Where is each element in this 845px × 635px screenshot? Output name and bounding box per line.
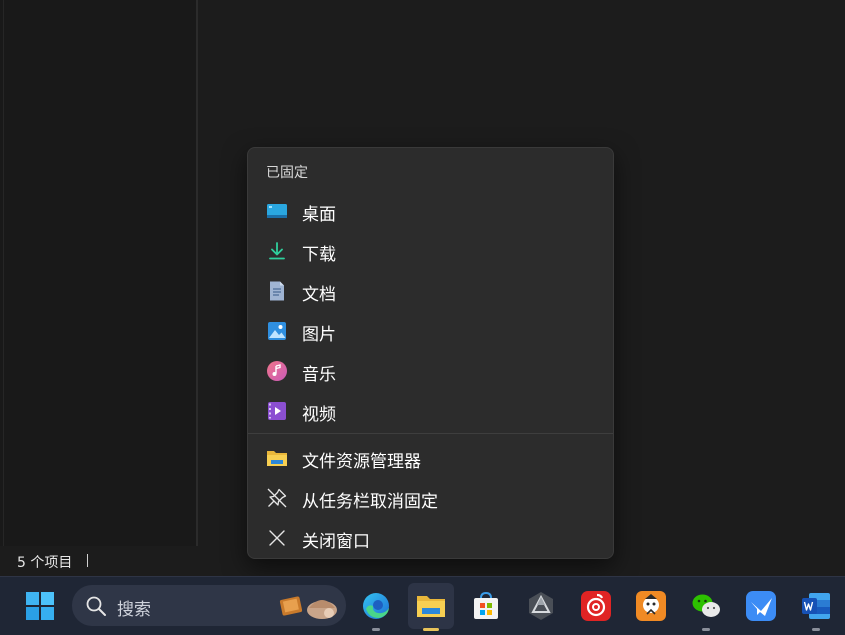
search-icon — [86, 596, 106, 616]
microsoft-store-icon — [474, 591, 498, 619]
taskbar-app-feishu[interactable] — [738, 583, 784, 629]
unpin-from-taskbar-item[interactable]: 从任务栏取消固定 — [252, 480, 609, 516]
document-icon — [270, 281, 284, 301]
jump-item-pictures[interactable]: 图片 — [252, 313, 609, 349]
taskbar-app-microsoft-store[interactable] — [463, 583, 509, 629]
taskbar-jump-list: 已固定 桌面 下载 文档 图片 音乐 视频 文件资源管理器 从任务栏取消固定 关… — [247, 147, 614, 559]
video-icon — [268, 402, 286, 420]
hexagon-app-icon — [529, 592, 553, 620]
jump-item-desktop[interactable]: 桌面 — [252, 193, 609, 229]
game-app-icon — [636, 591, 666, 621]
word-icon — [802, 593, 830, 619]
status-separator — [87, 554, 88, 567]
menu-divider — [248, 433, 613, 434]
open-file-explorer-item[interactable]: 文件资源管理器 — [252, 440, 609, 476]
running-indicator — [372, 628, 380, 631]
netease-music-icon — [581, 591, 611, 621]
jump-item-documents[interactable]: 文档 — [252, 273, 609, 309]
taskbar-app-file-explorer[interactable] — [408, 583, 454, 631]
start-button[interactable] — [17, 583, 63, 629]
close-window-item[interactable]: 关闭窗口 — [252, 520, 609, 556]
windows-logo-icon — [26, 592, 54, 620]
pictures-icon — [268, 322, 286, 340]
close-icon — [269, 530, 285, 546]
item-count-text: 5 个项目 — [17, 555, 73, 571]
jump-item-label: 图片 — [302, 325, 336, 345]
feishu-icon — [746, 591, 776, 621]
taskbar: 搜索 — [0, 576, 845, 635]
jump-item-label: 从任务栏取消固定 — [302, 492, 438, 512]
jump-item-music[interactable]: 音乐 — [252, 353, 609, 389]
jump-item-downloads[interactable]: 下载 — [252, 233, 609, 269]
search-highlight-illustration-icon — [279, 596, 337, 619]
unpin-icon — [267, 488, 287, 508]
file-explorer-icon — [417, 596, 445, 617]
running-indicator — [702, 628, 710, 631]
jump-item-label: 音乐 — [302, 365, 336, 385]
running-indicator — [812, 628, 820, 631]
taskbar-app-word[interactable] — [793, 583, 839, 631]
taskbar-app-game[interactable] — [628, 583, 674, 629]
jump-item-label: 文档 — [302, 285, 336, 305]
taskbar-search-box[interactable]: 搜索 — [72, 585, 346, 626]
edge-icon — [363, 593, 389, 619]
jump-item-label: 视频 — [302, 405, 336, 425]
taskbar-app-wechat[interactable] — [683, 583, 729, 631]
nav-pane-edge — [3, 0, 4, 546]
search-placeholder: 搜索 — [117, 600, 151, 620]
jump-item-videos[interactable]: 视频 — [252, 393, 609, 429]
active-indicator — [423, 628, 439, 631]
navigation-pane[interactable] — [0, 0, 197, 546]
jump-item-label: 桌面 — [302, 205, 336, 225]
taskbar-app-edge[interactable] — [353, 583, 399, 631]
file-explorer-icon — [267, 451, 287, 466]
taskbar-app-hexagon[interactable] — [518, 583, 564, 629]
music-icon — [267, 361, 287, 381]
desktop-icon — [267, 204, 287, 218]
jump-item-label: 下载 — [302, 245, 336, 265]
pane-divider[interactable] — [196, 0, 198, 546]
download-icon — [269, 242, 285, 260]
pinned-section-title: 已固定 — [266, 165, 308, 181]
wechat-icon — [692, 594, 720, 617]
jump-item-label: 关闭窗口 — [302, 532, 370, 552]
jump-item-label: 文件资源管理器 — [302, 452, 421, 472]
taskbar-app-netease-music[interactable] — [573, 583, 619, 629]
